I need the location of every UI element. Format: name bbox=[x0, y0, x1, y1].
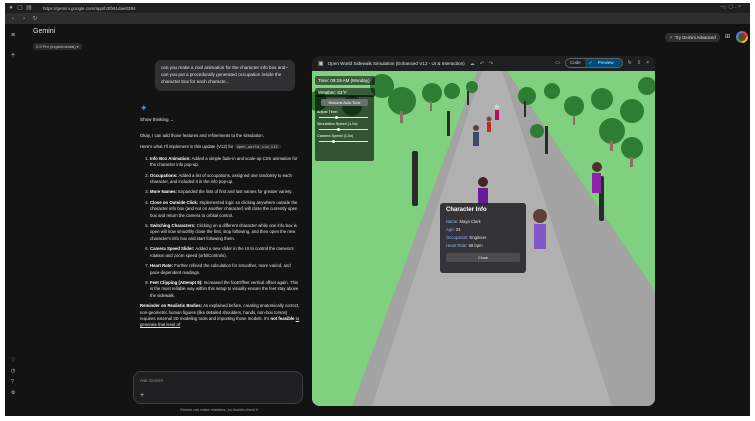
try-advanced-label: Try Gemini Advanced bbox=[674, 35, 716, 40]
disclaimer: Gemini can make mistakes, so double-chec… bbox=[180, 408, 259, 412]
info-name-row: Name: Maya Clark bbox=[446, 219, 481, 224]
slider-track[interactable] bbox=[319, 141, 368, 142]
browser-window: ● ▢ ▤ Gemini × + –▢× ‹ › ↻ https://gemin… bbox=[5, 3, 750, 416]
menu-icon[interactable]: ≡ bbox=[11, 32, 15, 39]
change-item: Feet Clipping (Attempt 9): Increased the… bbox=[150, 280, 300, 299]
model-response: Okay, I can add those features and refin… bbox=[140, 133, 300, 334]
response-update-line: Here's what I'll implement in this updat… bbox=[140, 144, 281, 150]
vertical-tabs-icon[interactable]: ▤ bbox=[26, 5, 32, 11]
change-item: Occupations: Added a list of occupations… bbox=[150, 173, 300, 186]
show-thinking-toggle[interactable]: Show thinking ⌄ bbox=[140, 117, 174, 123]
back-icon[interactable]: ‹ bbox=[10, 16, 16, 22]
cloud-save-icon[interactable]: ☁ bbox=[470, 61, 475, 67]
gem-icon[interactable]: ♡ bbox=[11, 357, 15, 363]
slider-knob[interactable] bbox=[332, 140, 336, 143]
gemini-sidebar: ≡ + ♡ ◷ ? ⚙ bbox=[5, 24, 25, 416]
toolbar-icons[interactable]: ☆⋯ bbox=[723, 5, 744, 11]
change-item: Heart Rate: Further refined the calculat… bbox=[150, 263, 300, 276]
add-attachment-icon[interactable]: + bbox=[140, 392, 144, 399]
model-selector[interactable]: 2.5 Pro (experimental) ▾ bbox=[33, 43, 82, 50]
response-intro: Okay, I can add those features and refin… bbox=[140, 133, 264, 138]
info-age-row: Age: 34 bbox=[446, 227, 461, 232]
slider-knob[interactable] bbox=[337, 128, 341, 131]
adjust-time-slider[interactable] bbox=[317, 116, 372, 119]
character-info-box: Character Info Name: Maya Clark Age: 34 … bbox=[440, 203, 526, 273]
user-message-text: can you make a cool animation for the ch… bbox=[161, 65, 286, 84]
change-list: Info Box Animation: Added a simple fade-… bbox=[140, 156, 300, 299]
change-item: Close on Outside Click: Implemented logi… bbox=[150, 200, 300, 219]
preview-tab[interactable]: ✓ Preview bbox=[584, 59, 622, 67]
sim-speed-slider[interactable] bbox=[317, 128, 372, 131]
info-heart-rate-row: Heart Rate: 69 bpm bbox=[446, 243, 483, 248]
change-item: Camera Speed Slider: Added a new slider … bbox=[150, 246, 300, 259]
close-panel-icon[interactable]: × bbox=[646, 60, 649, 66]
new-chat-icon[interactable]: + bbox=[11, 52, 15, 59]
app-title: Gemini bbox=[33, 28, 56, 35]
gemini-header: Gemini 2.5 Pro (experimental) ▾ bbox=[33, 28, 82, 53]
gemini-spark-icon: ✦ bbox=[140, 103, 148, 113]
change-item: Switching Characters: Clicking on a diff… bbox=[150, 223, 300, 242]
sparkle-icon: ✦ bbox=[669, 35, 673, 40]
camera-speed-label: Camera Speed (1.0x) bbox=[317, 134, 354, 138]
try-advanced-button[interactable]: ✦ Try Gemini Advanced bbox=[665, 33, 720, 42]
apps-grid-icon[interactable]: ⊞ bbox=[725, 33, 730, 40]
user-message: can you make a cool animation for the ch… bbox=[155, 60, 295, 91]
prompt-input[interactable]: Ask Gemini + bbox=[133, 371, 303, 404]
change-item: More Names: Expanded the lists of first … bbox=[150, 189, 300, 195]
expand-chevron-icon[interactable]: ⌄ bbox=[285, 64, 289, 71]
info-heading: Character Info bbox=[446, 207, 487, 213]
simulation-preview[interactable]: Time: 09:19 AM (Monday) Weather: 63°F Re… bbox=[312, 71, 655, 406]
canvas-panel: ▣ Open World Sidewalk Simulation (Enhanc… bbox=[312, 56, 655, 406]
tab-groups-icon[interactable]: ▢ bbox=[17, 5, 23, 11]
document-icon: ▣ bbox=[318, 61, 324, 67]
address-bar[interactable]: https://gemini.google.com/app/b3fb61dae0… bbox=[35, 5, 705, 12]
info-occupation-row: Occupation: Engineer bbox=[446, 235, 487, 240]
redo-icon[interactable]: ↷ bbox=[489, 61, 493, 67]
fullscreen-icon[interactable]: ▭ bbox=[555, 60, 560, 66]
code-tab[interactable]: Code bbox=[566, 59, 585, 67]
code-reference[interactable]: open_world_sim_v12 bbox=[234, 144, 280, 150]
help-icon[interactable]: ? bbox=[11, 379, 14, 385]
profile-icon[interactable]: ● bbox=[8, 5, 14, 11]
address-toolbar: ‹ › ↻ bbox=[5, 13, 750, 24]
slider-track[interactable] bbox=[319, 129, 368, 130]
prompt-placeholder: Ask Gemini bbox=[140, 378, 164, 383]
adjust-time-label: Adjust Time: bbox=[317, 110, 338, 114]
slider-knob[interactable] bbox=[334, 116, 338, 119]
refresh-icon[interactable]: ↻ bbox=[628, 60, 632, 66]
sim-speed-label: Simulation Speed (1.0x) bbox=[317, 122, 358, 126]
activity-icon[interactable]: ◷ bbox=[11, 368, 15, 374]
share-icon[interactable]: ⇪ bbox=[637, 60, 641, 66]
view-toggle: Code ✓ Preview bbox=[564, 58, 623, 68]
info-close-button[interactable]: Close bbox=[446, 253, 520, 262]
change-item: Info Box Animation: Added a simple fade-… bbox=[150, 156, 300, 169]
camera-speed-slider[interactable] bbox=[317, 140, 372, 143]
canvas-title: Open World Sidewalk Simulation (Enhanced… bbox=[327, 61, 465, 66]
hud-controls: Resume Auto Time Adjust Time: Simulation… bbox=[315, 95, 374, 161]
resume-auto-time-button[interactable]: Resume Auto Time bbox=[321, 99, 368, 106]
time-readout: Time: 09:19 AM (Monday) bbox=[315, 76, 375, 85]
reload-icon[interactable]: ↻ bbox=[32, 15, 38, 22]
canvas-tools: ▭ Code ✓ Preview ↻ ⇪ × bbox=[555, 58, 649, 68]
avatar[interactable] bbox=[736, 31, 748, 43]
settings-icon[interactable]: ⚙ bbox=[11, 390, 15, 396]
slider-track[interactable] bbox=[319, 117, 368, 118]
reminder-paragraph: Reminder on Realistic Bodies: As explain… bbox=[140, 303, 300, 328]
undo-icon[interactable]: ↶ bbox=[480, 61, 484, 67]
forward-icon[interactable]: › bbox=[21, 16, 27, 22]
